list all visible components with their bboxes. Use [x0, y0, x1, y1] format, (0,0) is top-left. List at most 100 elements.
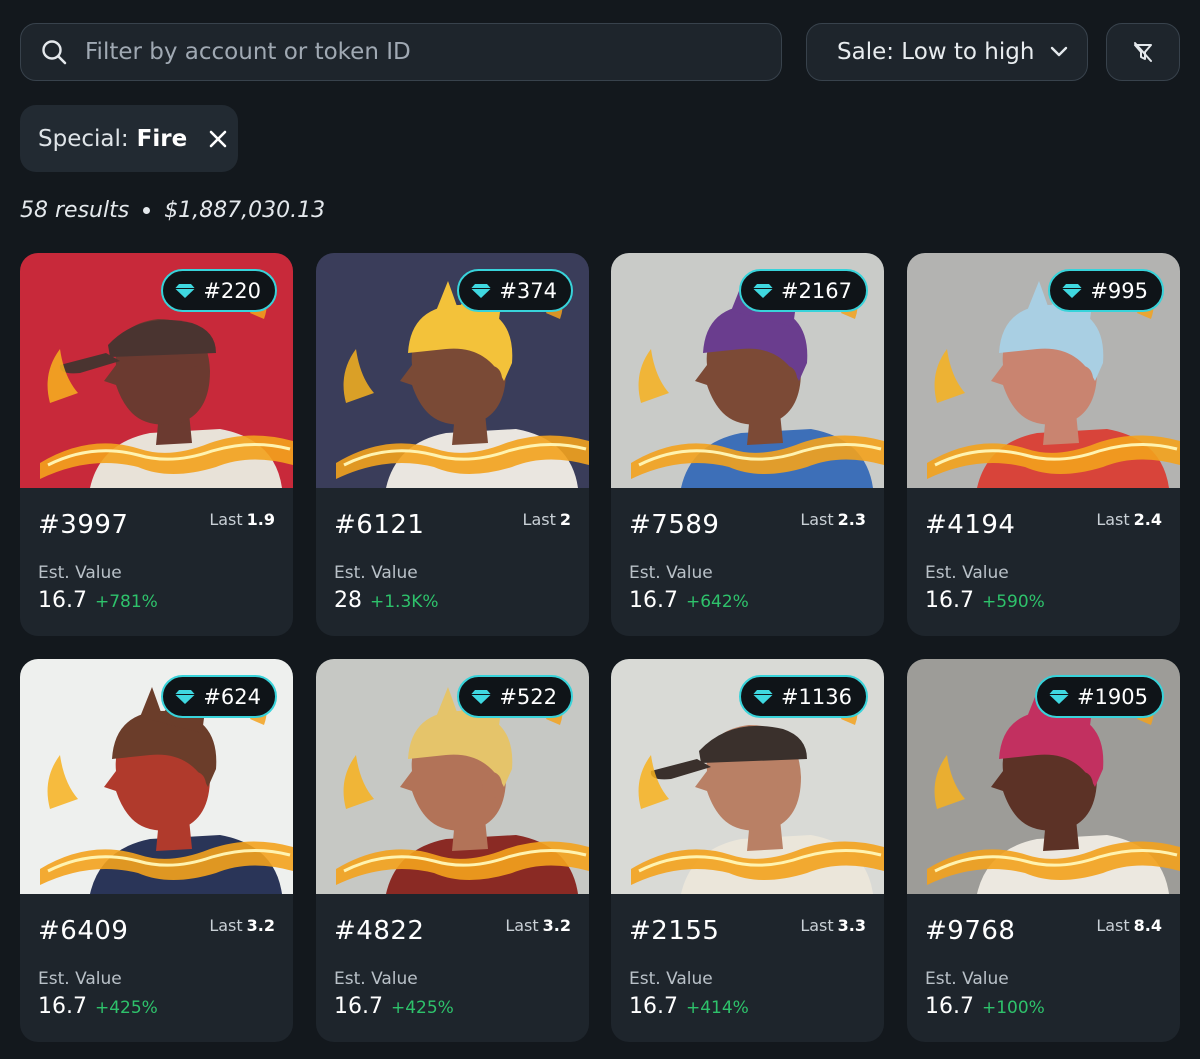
last-sale-label: Last	[1096, 916, 1130, 935]
rarity-rank-badge: #624	[161, 675, 277, 718]
est-value-label: Est. Value	[629, 969, 713, 989]
token-card[interactable]: #374 #6121 Last 2 Est. Value 28 +1.3K%	[316, 253, 589, 636]
token-id: #4822	[334, 916, 425, 946]
last-sale-value: 3.3	[837, 916, 866, 935]
est-value-label: Est. Value	[334, 563, 418, 583]
token-id: #7589	[629, 510, 720, 540]
est-value-row: 28 +1.3K%	[334, 588, 439, 613]
est-value-change: +414%	[685, 998, 749, 1018]
rarity-rank-badge: #374	[457, 269, 573, 312]
last-sale-value: 1.9	[246, 510, 275, 529]
est-value-row: 16.7 +590%	[925, 588, 1045, 613]
est-value-label: Est. Value	[925, 969, 1009, 989]
last-sale: Last 3.3	[800, 916, 866, 935]
token-id: #6409	[38, 916, 129, 946]
rarity-rank: #1136	[780, 684, 852, 709]
rarity-rank: #220	[203, 278, 261, 303]
diamond-icon	[1048, 689, 1069, 704]
token-artwork: #624	[20, 659, 293, 894]
est-value-row: 16.7 +425%	[38, 994, 158, 1019]
est-value-change: +100%	[981, 998, 1045, 1018]
token-card[interactable]: #1905 #9768 Last 8.4 Est. Value 16.7 +100…	[907, 659, 1180, 1042]
est-value-label: Est. Value	[629, 563, 713, 583]
est-value-label: Est. Value	[334, 969, 418, 989]
est-value-row: 16.7 +414%	[629, 994, 749, 1019]
token-info: #6121 Last 2 Est. Value 28 +1.3K%	[316, 488, 589, 636]
rarity-rank-badge: #2167	[738, 269, 868, 312]
filter-key: Special:	[38, 125, 129, 152]
last-sale-value: 3.2	[246, 916, 275, 935]
diamond-icon	[752, 283, 773, 298]
rarity-rank: #522	[499, 684, 557, 709]
last-sale-value: 2.4	[1133, 510, 1162, 529]
token-artwork: #2167	[611, 253, 884, 488]
diamond-icon	[471, 283, 492, 298]
token-info: #3997 Last 1.9 Est. Value 16.7 +781%	[20, 488, 293, 636]
rarity-rank: #624	[203, 684, 261, 709]
rarity-rank-badge: #220	[161, 269, 277, 312]
last-sale-label: Last	[800, 916, 834, 935]
rarity-rank-badge: #1905	[1034, 675, 1164, 718]
diamond-icon	[175, 689, 196, 704]
last-sale-label: Last	[522, 510, 556, 529]
est-value-label: Est. Value	[38, 563, 122, 583]
close-icon[interactable]	[209, 130, 227, 148]
est-value-label: Est. Value	[925, 563, 1009, 583]
sort-label: Sale: Low to high	[837, 39, 1035, 65]
token-card[interactable]: #1136 #2155 Last 3.3 Est. Value 16.7 +414…	[611, 659, 884, 1042]
results-summary: 58 results $1,887,030.13	[20, 198, 325, 223]
token-info: #7589 Last 2.3 Est. Value 16.7 +642%	[611, 488, 884, 636]
last-sale: Last 2	[523, 510, 571, 529]
est-value-row: 16.7 +642%	[629, 588, 749, 613]
est-value: 16.7	[629, 588, 678, 613]
separator-dot	[143, 207, 151, 214]
est-value: 16.7	[925, 588, 974, 613]
last-sale: Last 1.9	[209, 510, 275, 529]
est-value: 28	[334, 588, 362, 613]
est-value: 16.7	[925, 994, 974, 1019]
sort-dropdown[interactable]: Sale: Low to high	[806, 23, 1088, 81]
est-value-change: +425%	[390, 998, 454, 1018]
filter-value: Fire	[136, 125, 188, 152]
token-id: #2155	[629, 916, 720, 946]
rarity-rank: #374	[499, 278, 557, 303]
token-artwork: #995	[907, 253, 1180, 488]
search-bar[interactable]	[20, 23, 782, 81]
active-filter-chip[interactable]: Special: Fire	[20, 105, 238, 172]
last-sale: Last 2.4	[1096, 510, 1162, 529]
token-card[interactable]: #522 #4822 Last 3.2 Est. Value 16.7 +425%	[316, 659, 589, 1042]
results-total: $1,887,030.13	[164, 198, 326, 223]
results-count: 58 results	[20, 198, 130, 223]
diamond-icon	[752, 689, 773, 704]
token-info: #4194 Last 2.4 Est. Value 16.7 +590%	[907, 488, 1180, 636]
last-sale-value: 8.4	[1133, 916, 1162, 935]
chevron-down-icon	[1051, 46, 1068, 57]
last-sale-label: Last	[505, 916, 539, 935]
last-sale-label: Last	[800, 510, 834, 529]
diamond-icon	[1062, 283, 1083, 298]
token-id: #6121	[334, 510, 425, 540]
est-value-label: Est. Value	[38, 969, 122, 989]
rarity-rank: #2167	[780, 278, 852, 303]
est-value-row: 16.7 +100%	[925, 994, 1045, 1019]
last-sale-value: 2	[559, 510, 571, 529]
last-sale-label: Last	[1096, 510, 1130, 529]
token-info: #9768 Last 8.4 Est. Value 16.7 +100%	[907, 894, 1180, 1042]
est-value: 16.7	[38, 588, 87, 613]
clear-filters-button[interactable]	[1106, 23, 1180, 81]
last-sale-value: 3.2	[542, 916, 571, 935]
last-sale: Last 3.2	[505, 916, 571, 935]
est-value: 16.7	[334, 994, 383, 1019]
last-sale-label: Last	[209, 916, 243, 935]
token-artwork: #522	[316, 659, 589, 894]
token-card[interactable]: #220 #3997 Last 1.9 Est. Value 16.7 +781%	[20, 253, 293, 636]
est-value-change: +590%	[981, 592, 1045, 612]
est-value-change: +1.3K%	[370, 592, 439, 612]
search-input[interactable]	[85, 39, 781, 65]
last-sale: Last 3.2	[209, 916, 275, 935]
token-card[interactable]: #995 #4194 Last 2.4 Est. Value 16.7 +590%	[907, 253, 1180, 636]
token-card[interactable]: #2167 #7589 Last 2.3 Est. Value 16.7 +642…	[611, 253, 884, 636]
rarity-rank: #995	[1090, 278, 1148, 303]
token-card[interactable]: #624 #6409 Last 3.2 Est. Value 16.7 +425%	[20, 659, 293, 1042]
last-sale-label: Last	[209, 510, 243, 529]
